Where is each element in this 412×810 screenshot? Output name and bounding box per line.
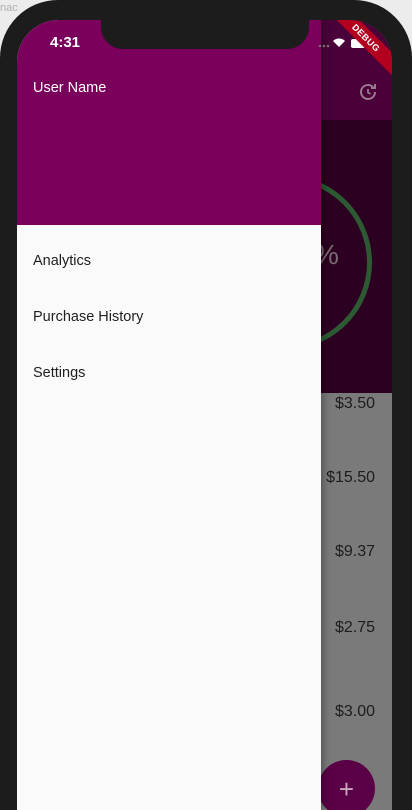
list-item-amount: $3.00 (334, 703, 375, 720)
wifi-icon (333, 38, 345, 47)
phone-frame: % $3.50 $15.50 $9.37 $2.75 $3.00 + User … (0, 0, 412, 810)
status-time: 4:31 (50, 34, 81, 51)
add-button[interactable]: + (318, 760, 375, 810)
refresh-icon[interactable] (356, 80, 380, 104)
list-item-amount: $3.50 (334, 395, 375, 412)
app-screen: % $3.50 $15.50 $9.37 $2.75 $3.00 + User … (17, 20, 392, 810)
page-label: nac (0, 2, 18, 14)
list-item-amount: $9.37 (334, 543, 375, 560)
signal-icon (318, 44, 330, 48)
drawer-item-purchase-history[interactable]: Purchase History (33, 309, 143, 325)
navigation-drawer: User Name Analytics Purchase History Set… (17, 20, 321, 810)
list-item-amount: $15.50 (326, 469, 375, 486)
drawer-item-analytics[interactable]: Analytics (33, 253, 91, 269)
list-item-amount: $2.75 (334, 619, 375, 636)
user-name: User Name (33, 80, 107, 96)
drawer-item-settings[interactable]: Settings (33, 365, 85, 381)
device-notch (101, 20, 309, 49)
